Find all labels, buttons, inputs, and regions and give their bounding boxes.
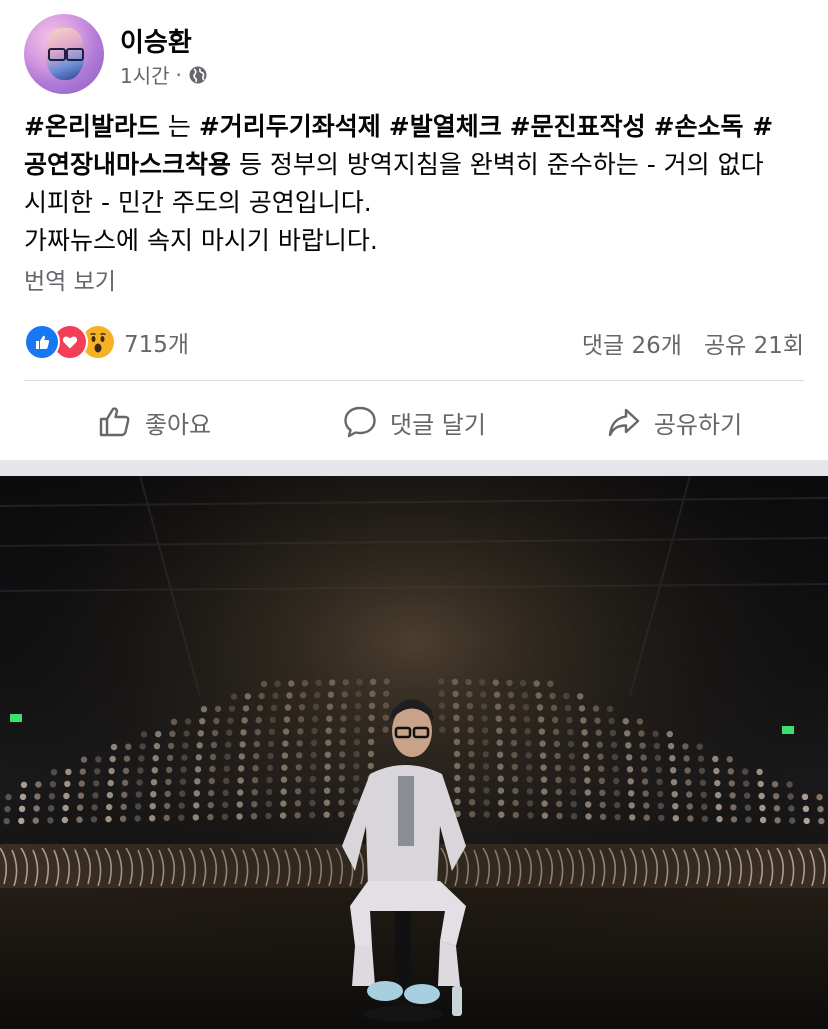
like-button[interactable]: 좋아요 [24, 392, 284, 452]
post-meta: 1시간 · [120, 60, 208, 89]
reactions-summary: 715개 댓글 26개 공유 21회 [24, 322, 804, 362]
left-shoe [367, 981, 403, 1001]
avatar-glasses-right [66, 48, 84, 61]
reaction-icons[interactable]: 715개 [24, 324, 189, 360]
post-text-segment [381, 112, 389, 141]
post-body: #온리발라드 는 #거리두기좌석제 #발열체크 #문진표작성 #손소독 # 공연… [24, 108, 808, 260]
hashtag-link[interactable]: # [744, 112, 773, 141]
comment-label: 댓글 달기 [390, 410, 486, 439]
right-shoe [404, 984, 440, 1004]
comment-bubble-icon [344, 406, 376, 438]
share-arrow-icon [608, 408, 640, 437]
meta-dot: · [175, 62, 182, 87]
post-text-segment: 는 [159, 112, 199, 141]
left-leg [352, 946, 375, 986]
stool-base [363, 1006, 443, 1022]
share-label: 공유하기 [653, 410, 743, 439]
engagement-counts: 댓글 26개 공유 21회 [582, 326, 804, 360]
post-line-2: 공연장내마스크착용 등 정부의 방역지침을 완벽히 준수하는 - 거의 없다 [24, 146, 808, 184]
post-header: 이승환 1시간 · [24, 14, 804, 98]
author-name[interactable]: 이승환 [120, 22, 192, 59]
hashtag-link[interactable]: #발열체크 [389, 112, 502, 141]
post-text-segment [502, 112, 510, 141]
post-text-segment [646, 112, 654, 141]
post-line-1: #온리발라드 는 #거리두기좌석제 #발열체크 #문진표작성 #손소독 # [24, 108, 808, 146]
comment-count[interactable]: 댓글 26개 [582, 326, 682, 360]
section-separator [0, 460, 828, 476]
post-line-3: 시피한 - 민간 주도의 공연입니다. [24, 188, 372, 217]
profile-avatar[interactable] [24, 14, 104, 94]
exit-sign-right [782, 726, 794, 734]
like-reaction-icon [24, 324, 60, 360]
reaction-count[interactable]: 715개 [124, 325, 189, 359]
globe-icon [189, 66, 207, 83]
concert-hall-photo-art [0, 476, 828, 1029]
share-count[interactable]: 공유 21회 [704, 326, 804, 360]
hashtag-link[interactable]: #온리발라드 [24, 112, 160, 141]
avatar-glasses-left [48, 48, 66, 61]
hashtag-link[interactable]: #거리두기좌석제 [199, 112, 381, 141]
shirt [398, 776, 414, 846]
hashtag-link[interactable]: #문진표작성 [510, 112, 646, 141]
hashtag-link[interactable]: #손소독 [654, 112, 744, 141]
post-line-4: 가짜뉴스에 속지 마시기 바랍니다. [24, 226, 378, 255]
see-translation-link[interactable]: 번역 보기 [24, 262, 116, 296]
exit-sign-left [10, 714, 22, 722]
post-actions: 좋아요 댓글 달기 공유하기 [24, 392, 804, 452]
divider [24, 380, 804, 381]
post-text-segment: 등 정부의 방역지침을 완벽히 준수하는 - 거의 없다 [231, 150, 764, 179]
post-time[interactable]: 1시간 [120, 60, 170, 89]
water-bottle [452, 986, 462, 1016]
share-button[interactable]: 공유하기 [544, 392, 804, 452]
thumbs-up-icon [99, 407, 130, 437]
post-photo[interactable] [0, 476, 828, 1029]
like-label: 좋아요 [144, 410, 212, 439]
comment-button[interactable]: 댓글 달기 [284, 392, 544, 452]
hashtag-link[interactable]: 공연장내마스크착용 [24, 150, 231, 179]
